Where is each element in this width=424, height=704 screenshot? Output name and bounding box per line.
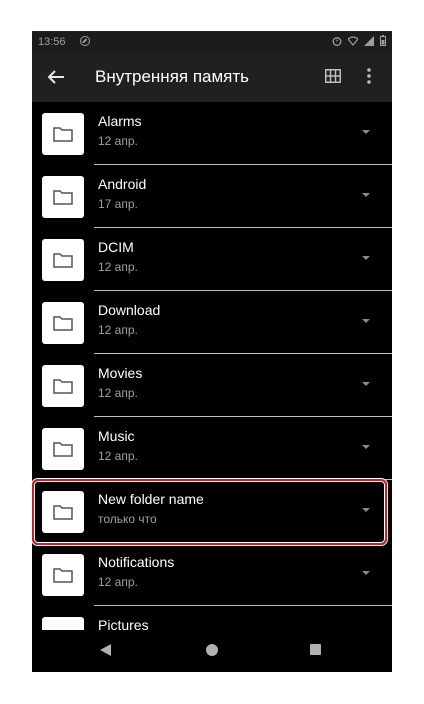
folder-row-music[interactable]: Music 12 апр. (32, 417, 392, 480)
nav-back-icon[interactable] (100, 644, 111, 656)
folder-icon (53, 190, 73, 205)
do-not-disturb-icon (80, 36, 90, 46)
folder-thumbnail (42, 428, 84, 470)
nav-home-icon[interactable] (206, 644, 218, 656)
system-nav-bar (32, 630, 392, 672)
folder-thumbnail (42, 113, 84, 155)
folder-icon (53, 127, 73, 142)
folder-row-notifications[interactable]: Notifications 12 апр. (32, 543, 392, 606)
chevron-down-icon[interactable] (362, 319, 370, 323)
phone-screen: 13:56 Внутренняя память Alarms 12 апр. A… (32, 31, 392, 672)
chevron-down-icon[interactable] (362, 193, 370, 197)
folder-thumbnail (42, 239, 84, 281)
folder-name: Alarms (98, 113, 142, 129)
status-time: 13:56 (38, 36, 66, 48)
page-title: Внутренняя память (95, 67, 250, 86)
folder-thumbnail (42, 491, 84, 533)
folder-name: New folder name (98, 491, 204, 507)
folder-date: 12 апр. (98, 575, 138, 589)
folder-row-alarms[interactable]: Alarms 12 апр. (32, 102, 392, 165)
folder-date: 12 апр. (98, 323, 138, 337)
chevron-down-icon[interactable] (362, 382, 370, 386)
folder-icon (53, 568, 73, 583)
nav-recents-icon[interactable] (310, 644, 321, 655)
folder-date: только что (98, 512, 157, 526)
folder-name: DCIM (98, 239, 134, 255)
grid-view-icon[interactable] (325, 69, 341, 83)
folder-thumbnail (42, 617, 84, 630)
folder-icon (53, 316, 73, 331)
more-options-icon[interactable] (366, 67, 372, 85)
folder-row-new-folder-name[interactable]: New folder name только что (32, 480, 392, 543)
folder-name: Android (98, 176, 147, 192)
folder-date: 12 апр. (98, 134, 138, 148)
folder-date: 12 апр. (98, 386, 138, 400)
folder-thumbnail (42, 365, 84, 407)
chevron-down-icon[interactable] (362, 571, 370, 575)
folder-name: Notifications (98, 554, 175, 570)
folder-icon (53, 442, 73, 457)
alarm-icon (332, 36, 342, 46)
status-icons (332, 35, 386, 46)
folder-name: Movies (98, 365, 143, 381)
folder-thumbnail (42, 176, 84, 218)
folder-row-dcim[interactable]: DCIM 12 апр. (32, 228, 392, 291)
folder-icon (53, 505, 73, 520)
battery-icon (380, 35, 386, 46)
folder-row-movies[interactable]: Movies 12 апр. (32, 354, 392, 417)
chevron-down-icon[interactable] (362, 445, 370, 449)
chevron-down-icon[interactable] (362, 130, 370, 134)
chevron-down-icon[interactable] (362, 508, 370, 512)
folder-date: 17 апр. (98, 197, 138, 211)
status-bar: 13:56 (32, 31, 392, 53)
folder-thumbnail (42, 302, 84, 344)
folder-icon (53, 253, 73, 268)
signal-icon (364, 35, 374, 46)
folder-row-pictures[interactable]: Pictures (32, 606, 392, 630)
folder-row-android[interactable]: Android 17 апр. (32, 165, 392, 228)
folder-row-download[interactable]: Download 12 апр. (32, 291, 392, 354)
folder-icon (53, 379, 73, 394)
folder-name: Music (98, 428, 135, 444)
app-bar: Внутренняя память (32, 53, 392, 102)
wifi-icon (348, 35, 358, 46)
chevron-down-icon[interactable] (362, 256, 370, 260)
folder-date: 12 апр. (98, 449, 138, 463)
folder-thumbnail (42, 554, 84, 596)
folder-name: Download (98, 302, 161, 318)
back-arrow-icon[interactable] (44, 65, 68, 89)
folder-date: 12 апр. (98, 260, 138, 274)
folder-name: Pictures (98, 617, 149, 630)
folder-list: Alarms 12 апр. Android 17 апр. DCIM 12 а… (32, 102, 392, 630)
